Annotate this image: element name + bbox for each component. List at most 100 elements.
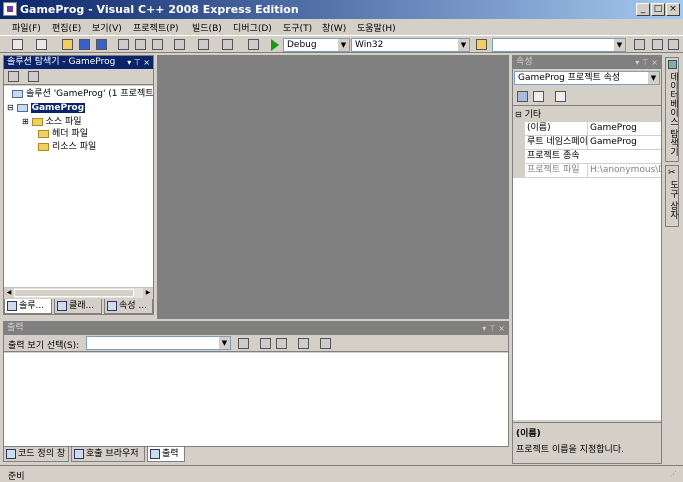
menu-debug[interactable]: 디버그(D) <box>233 21 272 34</box>
app-icon <box>3 2 17 16</box>
tab-class-view[interactable]: 클래... <box>54 299 102 314</box>
close-button[interactable]: × <box>666 3 680 16</box>
scroll-left-icon[interactable]: ◀ <box>4 288 14 298</box>
property-description: (이름) 프로젝트 이름을 지정합니다. <box>513 422 661 462</box>
word-wrap-icon[interactable] <box>320 338 331 349</box>
output-toolbar: 출력 보기 선택(S): ▼ <box>4 335 508 352</box>
solution-explorer-icon <box>7 301 17 311</box>
expand-icon[interactable]: ⊞ <box>22 117 29 126</box>
tab-code-definition[interactable]: 코드 정의 창 <box>3 447 69 462</box>
horizontal-scrollbar[interactable]: ◀ ▶ <box>4 287 153 298</box>
show-all-files-icon[interactable] <box>28 71 39 82</box>
database-icon <box>668 60 677 69</box>
find-message-icon[interactable] <box>238 338 249 349</box>
toolbox-icon: ✂ <box>668 168 676 178</box>
menu-build[interactable]: 빌드(B) <box>192 21 222 34</box>
output-source-dropdown[interactable]: ▼ <box>86 336 231 350</box>
tab-output[interactable]: 출력 <box>147 447 185 462</box>
project-icon <box>16 103 28 112</box>
collapse-icon[interactable]: ⊟ <box>515 110 522 119</box>
scroll-right-icon[interactable]: ▶ <box>143 288 153 298</box>
editor-area[interactable] <box>157 55 509 319</box>
scroll-thumb[interactable] <box>14 289 134 297</box>
standard-toolbar: Debug ▼ Win32 ▼ ▼ <box>0 35 683 53</box>
collapse-icon[interactable]: ⊟ <box>7 103 14 112</box>
properties-icon[interactable] <box>8 71 19 82</box>
property-manager-icon <box>107 301 117 311</box>
chevron-down-icon: ▼ <box>219 337 230 349</box>
solution-config-dropdown[interactable]: Debug ▼ <box>283 38 350 52</box>
output-title: 출력 ▾ ⊤ × <box>4 322 508 335</box>
undo-icon[interactable] <box>174 39 185 50</box>
save-all-icon[interactable] <box>96 39 107 50</box>
chevron-down-icon: ▼ <box>458 39 469 51</box>
menu-file[interactable]: 파일(F) <box>12 21 41 34</box>
properties-panel: 속성 ▾ ⊤ × GameProg 프로젝트 속성 ▼ ⊟ 기타 (이름) Ga… <box>512 55 662 464</box>
categorized-icon[interactable] <box>517 91 528 102</box>
navigate-forward-icon[interactable] <box>248 39 259 50</box>
open-file-icon[interactable] <box>62 39 73 50</box>
tree-folder-header[interactable]: 헤더 파일 <box>38 128 88 141</box>
menu-edit[interactable]: 편집(E) <box>52 21 81 34</box>
menu-view[interactable]: 보기(V) <box>92 21 122 34</box>
tab-property-manager[interactable]: 속성 ... <box>104 299 153 314</box>
save-icon[interactable] <box>79 39 90 50</box>
status-bar: 준비 ⋰ <box>0 465 683 482</box>
tree-solution-node[interactable]: 솔루션 'GameProg' (1 프로젝트) <box>12 88 153 101</box>
property-row[interactable]: 루트 네임스페이 GameProg <box>513 136 661 150</box>
maximize-button[interactable]: □ <box>651 3 665 16</box>
tree-project-node[interactable]: ⊟ GameProg <box>7 101 86 115</box>
tab-call-browser[interactable]: 호출 브라우저 <box>71 447 145 462</box>
tree-folder-source[interactable]: ⊞ 소스 파일 <box>22 115 82 129</box>
next-message-icon[interactable] <box>276 338 287 349</box>
menu-bar: 파일(F) 편집(E) 보기(V) 프로젝트(P) 빌드(B) 디버그(D) 도… <box>0 19 683 34</box>
chevron-down-icon: ▼ <box>614 39 625 51</box>
solution-platform-dropdown[interactable]: Win32 ▼ <box>351 38 470 52</box>
find-icon[interactable] <box>634 39 645 50</box>
output-source-label: 출력 보기 선택(S): <box>8 341 80 351</box>
copy-icon[interactable] <box>135 39 146 50</box>
category-row[interactable]: ⊟ 기타 <box>513 108 661 122</box>
paste-icon[interactable] <box>152 39 163 50</box>
tab-database-explorer[interactable]: 데이터베이스 탐색기 <box>665 57 679 162</box>
redo-icon[interactable] <box>198 39 209 50</box>
tab-solution-explorer[interactable]: 솔루... <box>4 299 52 314</box>
panel-pin-close-buttons[interactable]: ▾ ⊤ × <box>635 56 658 69</box>
menu-window[interactable]: 창(W) <box>322 21 346 34</box>
prev-message-icon[interactable] <box>260 338 271 349</box>
alphabetical-icon[interactable] <box>533 91 544 102</box>
folder-icon <box>31 117 43 126</box>
property-row[interactable]: 프로젝트 종속 <box>513 150 661 164</box>
output-icon <box>150 449 160 459</box>
find-combo[interactable]: ▼ <box>492 38 626 52</box>
clear-all-icon[interactable] <box>298 338 309 349</box>
solution-explorer-icon[interactable] <box>652 39 663 50</box>
start-debugging-icon[interactable] <box>271 39 279 51</box>
cut-icon[interactable] <box>118 39 129 50</box>
solution-explorer-panel: 솔루션 탐색기 - GameProg ▾ ⊤ × 솔루션 'GameProg' … <box>3 55 154 315</box>
tab-toolbox[interactable]: ✂ 도구 상자 <box>665 165 679 227</box>
find-in-files-icon[interactable] <box>476 39 487 50</box>
properties-title: 속성 ▾ ⊤ × <box>513 56 661 69</box>
property-pages-icon[interactable] <box>555 91 566 102</box>
tree-folder-resource[interactable]: 리소스 파일 <box>38 141 96 154</box>
property-row[interactable]: (이름) GameProg <box>513 122 661 136</box>
add-item-icon[interactable] <box>36 39 47 50</box>
menu-tools[interactable]: 도구(T) <box>283 21 312 34</box>
folder-icon <box>38 142 49 151</box>
properties-object-dropdown[interactable]: GameProg 프로젝트 속성 ▼ <box>514 71 660 85</box>
class-view-icon <box>57 301 67 311</box>
minimize-button[interactable]: _ <box>636 3 650 16</box>
panel-pin-close-buttons[interactable]: ▾ ⊤ × <box>482 322 505 335</box>
output-text-area[interactable] <box>4 353 508 446</box>
navigate-back-icon[interactable] <box>222 39 233 50</box>
property-row[interactable]: 프로젝트 파일 H:\anonymous\D <box>513 164 661 178</box>
menu-project[interactable]: 프로젝트(P) <box>133 21 179 34</box>
panel-pin-close-buttons[interactable]: ▾ ⊤ × <box>127 56 150 69</box>
resize-grip-icon[interactable]: ⋰ <box>670 470 680 480</box>
new-project-icon[interactable] <box>12 39 23 50</box>
solution-explorer-toolbar <box>4 69 153 85</box>
menu-help[interactable]: 도움말(H) <box>357 21 396 34</box>
properties-icon[interactable] <box>668 39 679 50</box>
solution-icon <box>12 89 23 98</box>
